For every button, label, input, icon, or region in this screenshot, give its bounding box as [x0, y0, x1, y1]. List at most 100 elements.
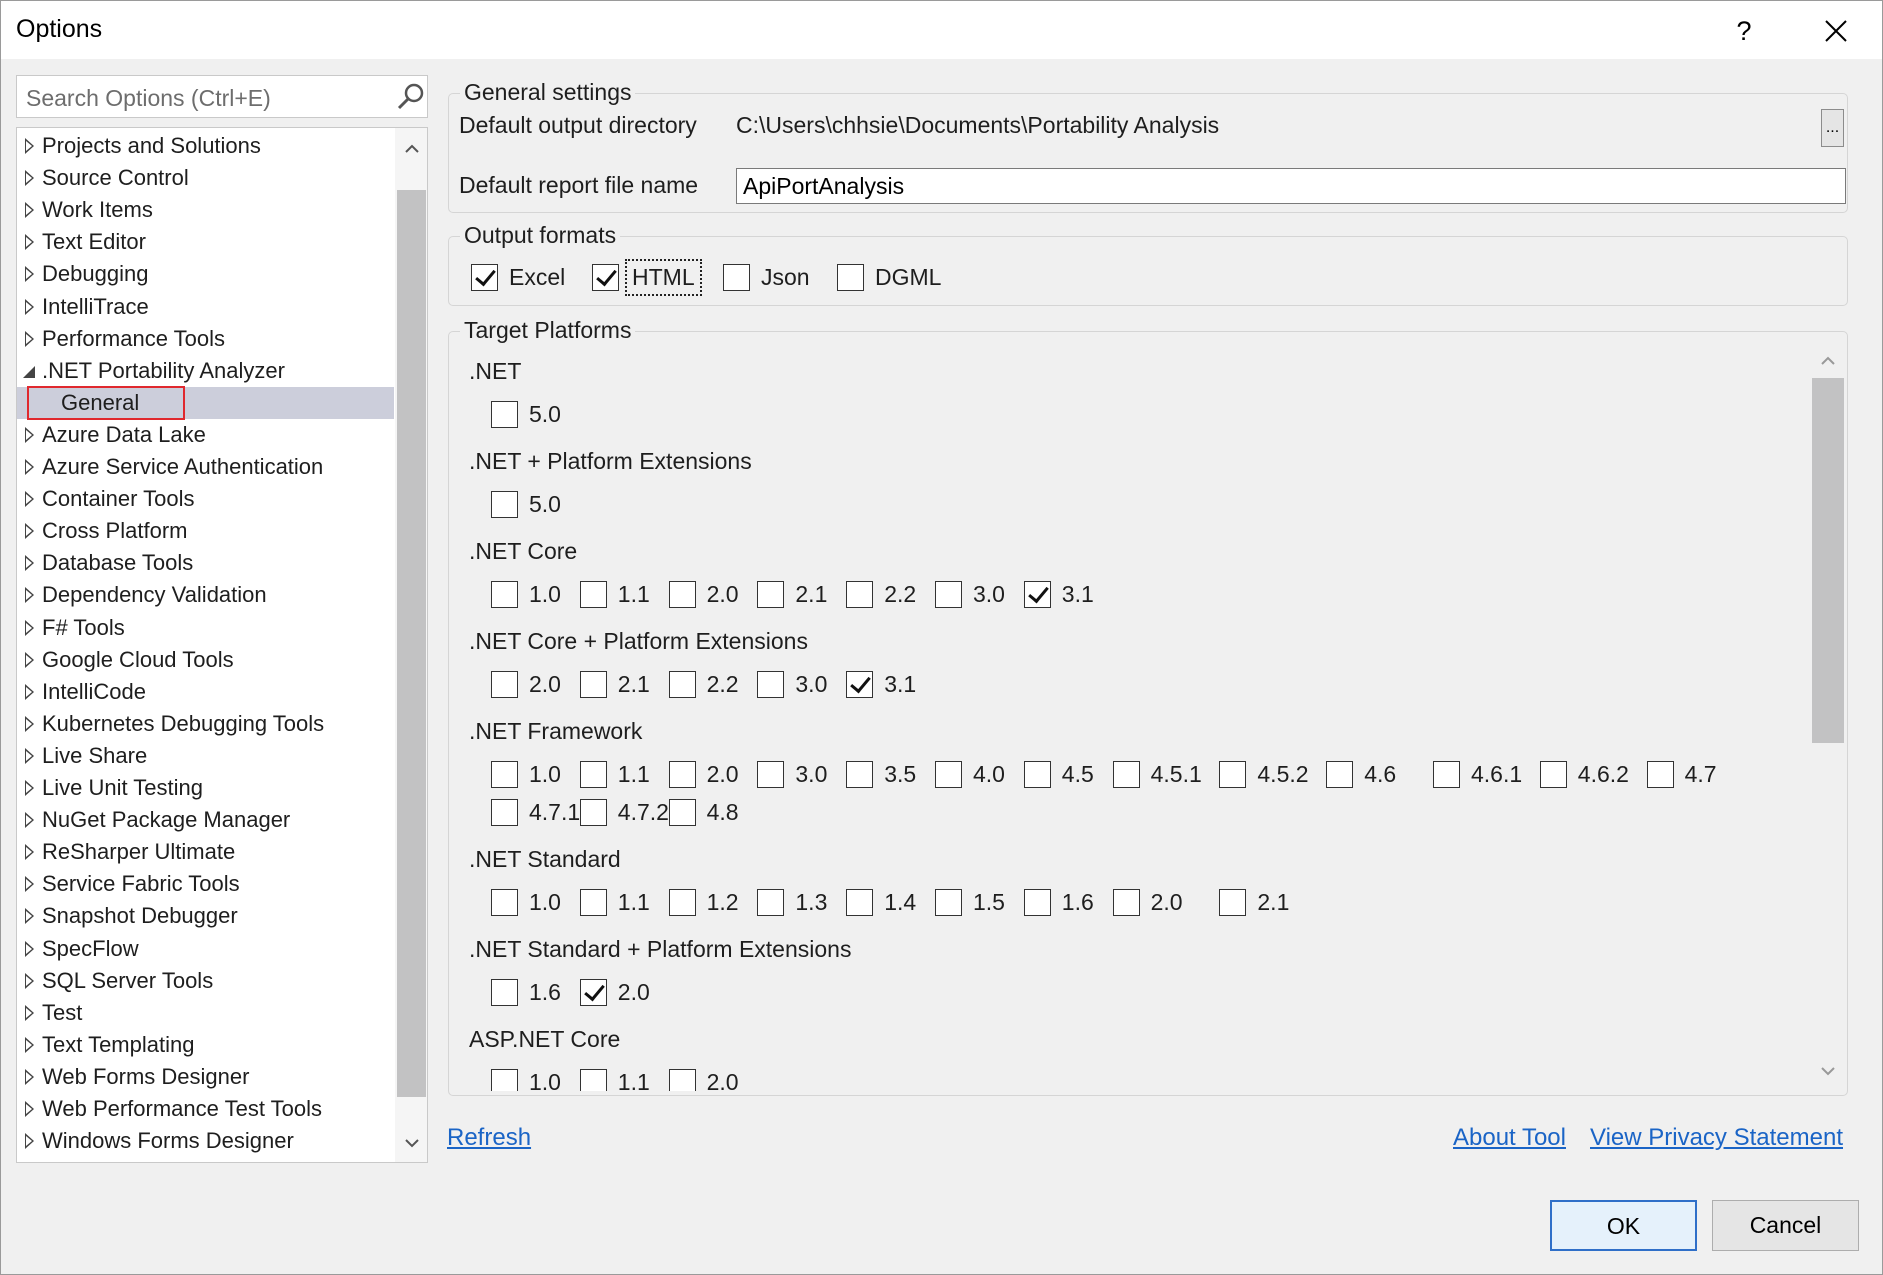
- tree-item[interactable]: Snapshot Debugger: [17, 900, 394, 932]
- platform-version-checkbox[interactable]: 1.2: [668, 886, 739, 918]
- tree-item[interactable]: Projects and Solutions: [17, 130, 394, 162]
- collapsed-arrow-icon[interactable]: [25, 908, 34, 925]
- tree-item[interactable]: Azure Service Authentication: [17, 451, 394, 483]
- tree-item[interactable]: Database Tools: [17, 547, 394, 579]
- collapsed-arrow-icon[interactable]: [25, 715, 34, 732]
- checkbox-unchecked[interactable]: [846, 580, 874, 608]
- checkbox-unchecked[interactable]: [935, 580, 962, 608]
- checkbox-unchecked[interactable]: [579, 670, 607, 698]
- platform-version-checkbox[interactable]: 3.1: [1023, 578, 1094, 610]
- platform-version-checkbox[interactable]: 2.1: [1219, 886, 1289, 918]
- platform-version-checkbox[interactable]: 1.0: [491, 578, 561, 610]
- cancel-button[interactable]: Cancel: [1712, 1200, 1859, 1251]
- checkbox-unchecked[interactable]: [491, 580, 518, 608]
- chevron-down-icon[interactable]: [1819, 1062, 1837, 1080]
- tree-item[interactable]: NuGet Package Manager: [17, 804, 394, 836]
- checkbox-unchecked[interactable]: [935, 888, 962, 916]
- refresh-link[interactable]: Refresh: [447, 1124, 531, 1152]
- collapsed-arrow-icon[interactable]: [25, 1068, 34, 1085]
- collapsed-arrow-icon[interactable]: [25, 202, 34, 219]
- platform-version-checkbox[interactable]: 4.6.2: [1539, 758, 1629, 790]
- checkbox-checked[interactable]: [579, 978, 607, 1006]
- tree-scroll-thumb[interactable]: [397, 190, 426, 1097]
- checkbox-unchecked[interactable]: [837, 263, 864, 291]
- platform-version-checkbox[interactable]: 1.0: [491, 758, 561, 790]
- checkbox-unchecked[interactable]: [491, 1068, 518, 1091]
- platform-version-checkbox[interactable]: 1.0: [491, 1066, 561, 1091]
- checkbox-checked[interactable]: [1023, 580, 1051, 608]
- checkbox-unchecked[interactable]: [668, 888, 696, 916]
- output-format-checkbox[interactable]: Json: [723, 261, 810, 293]
- collapsed-arrow-icon[interactable]: [25, 940, 34, 957]
- checkbox-checked[interactable]: [846, 670, 874, 698]
- checkbox-unchecked[interactable]: [491, 760, 518, 788]
- collapsed-arrow-icon[interactable]: [25, 876, 34, 893]
- checkbox-checked[interactable]: [471, 263, 498, 291]
- checkbox-checked[interactable]: [592, 263, 619, 291]
- platforms-scrollbar[interactable]: [1811, 346, 1844, 1091]
- tree-item[interactable]: Google Cloud Tools: [17, 644, 394, 676]
- checkbox-unchecked[interactable]: [668, 1068, 696, 1091]
- platform-version-checkbox[interactable]: 4.7.2: [579, 796, 669, 828]
- checkbox-unchecked[interactable]: [579, 580, 607, 608]
- checkbox-unchecked[interactable]: [846, 760, 874, 788]
- tree-item[interactable]: Text Editor: [17, 226, 394, 258]
- platform-version-checkbox[interactable]: 1.1: [579, 758, 650, 790]
- tree-item[interactable]: F# Tools: [17, 612, 394, 644]
- tree-item[interactable]: Live Share: [17, 740, 394, 772]
- collapsed-arrow-icon[interactable]: [25, 1004, 34, 1021]
- tree-item[interactable]: SpecFlow: [17, 933, 394, 965]
- platform-version-checkbox[interactable]: 2.1: [579, 668, 650, 700]
- tree-item[interactable]: Performance Tools: [17, 323, 394, 355]
- platform-version-checkbox[interactable]: 5.0: [491, 488, 561, 520]
- platform-version-checkbox[interactable]: 4.7.1: [491, 796, 580, 828]
- chevron-down-icon[interactable]: [403, 1134, 421, 1152]
- tree-item[interactable]: Source Control: [17, 162, 394, 194]
- collapsed-arrow-icon[interactable]: [25, 555, 34, 572]
- platform-version-checkbox[interactable]: 1.1: [579, 886, 650, 918]
- checkbox-unchecked[interactable]: [491, 798, 518, 826]
- chevron-up-icon[interactable]: [403, 140, 421, 158]
- privacy-statement-link[interactable]: View Privacy Statement: [1590, 1124, 1843, 1152]
- checkbox-unchecked[interactable]: [1539, 760, 1567, 788]
- tree-item[interactable]: Text Templating: [17, 1029, 394, 1061]
- collapsed-arrow-icon[interactable]: [25, 972, 34, 989]
- platform-version-checkbox[interactable]: 4.5.2: [1219, 758, 1309, 790]
- checkbox-unchecked[interactable]: [491, 670, 518, 698]
- tree-item[interactable]: Dependency Validation: [17, 579, 394, 611]
- collapsed-arrow-icon[interactable]: [25, 523, 34, 540]
- collapsed-arrow-icon[interactable]: [25, 170, 34, 187]
- checkbox-unchecked[interactable]: [1326, 760, 1354, 788]
- platform-version-checkbox[interactable]: 1.6: [1023, 886, 1094, 918]
- collapsed-arrow-icon[interactable]: [25, 234, 34, 251]
- collapsed-arrow-icon[interactable]: [25, 619, 34, 636]
- tree-item[interactable]: Service Fabric Tools: [17, 868, 394, 900]
- collapsed-arrow-icon[interactable]: [25, 1133, 34, 1150]
- checkbox-unchecked[interactable]: [1219, 760, 1247, 788]
- checkbox-unchecked[interactable]: [668, 760, 696, 788]
- checkbox-unchecked[interactable]: [1646, 760, 1674, 788]
- tree-item[interactable]: SQL Server Tools: [17, 965, 394, 997]
- platform-version-checkbox[interactable]: 1.6: [491, 976, 561, 1008]
- checkbox-unchecked[interactable]: [757, 760, 785, 788]
- tree-item[interactable]: Debugging: [17, 258, 394, 290]
- tree-item[interactable]: Live Unit Testing: [17, 772, 394, 804]
- collapsed-arrow-icon[interactable]: [25, 266, 34, 283]
- platform-version-checkbox[interactable]: 4.8: [668, 796, 739, 828]
- tree-item[interactable]: IntelliTrace: [17, 291, 394, 323]
- platform-version-checkbox[interactable]: 2.0: [579, 976, 650, 1008]
- platform-version-checkbox[interactable]: 2.2: [668, 668, 739, 700]
- search-input[interactable]: Search Options (Ctrl+E): [16, 75, 428, 118]
- tree-item[interactable]: .NET Portability Analyzer: [17, 355, 394, 387]
- checkbox-unchecked[interactable]: [491, 888, 518, 916]
- checkbox-unchecked[interactable]: [579, 1068, 607, 1091]
- platform-version-checkbox[interactable]: 2.0: [491, 668, 561, 700]
- platform-version-checkbox[interactable]: 2.0: [668, 1066, 739, 1091]
- checkbox-unchecked[interactable]: [668, 580, 696, 608]
- checkbox-unchecked[interactable]: [491, 400, 518, 428]
- platform-version-checkbox[interactable]: 4.0: [935, 758, 1005, 790]
- tree-item[interactable]: Test: [17, 997, 394, 1029]
- help-button[interactable]: ?: [1706, 9, 1782, 53]
- about-tool-link[interactable]: About Tool: [1453, 1124, 1566, 1152]
- platforms-scroll-thumb[interactable]: [1812, 378, 1844, 743]
